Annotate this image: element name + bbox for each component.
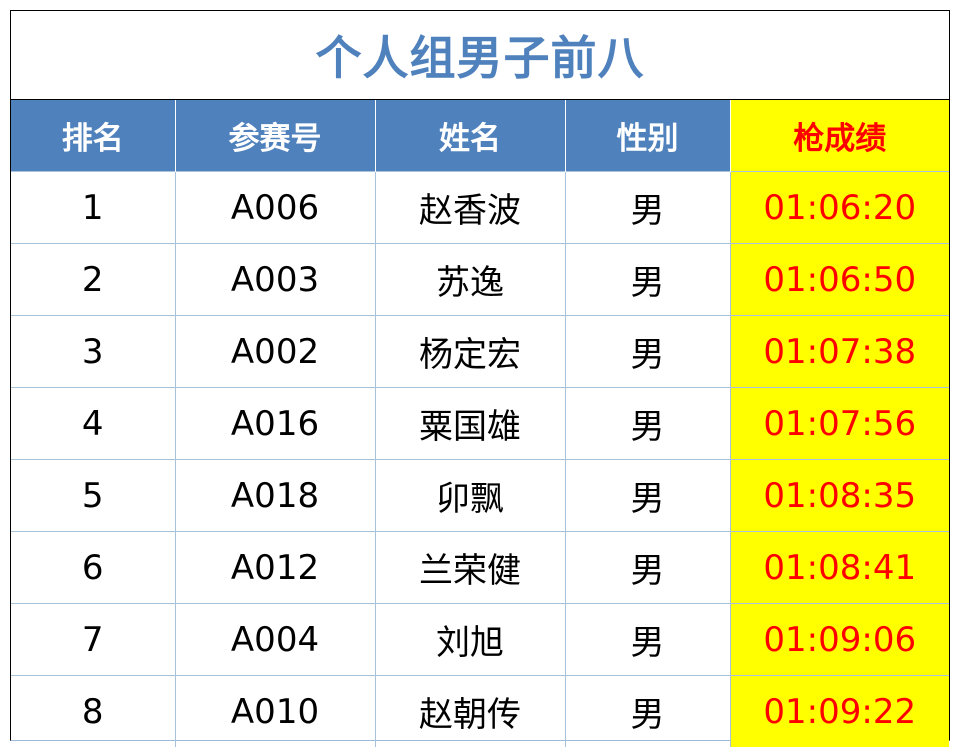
gun-time-cell: 01:06:50 [729,243,949,316]
sheet-title: 个人组男子前八 [11,11,949,100]
bib-cell: A010 [174,675,375,747]
bib-cell: A006 [174,171,375,244]
table-row: 6 A012 兰荣健男 01:08:41 [11,531,949,604]
bib-cell: A003 [174,243,375,316]
table-row: 7 A004 刘旭男 01:09:06 [11,603,949,676]
table-row: 2 A003 苏逸男 01:06:50 [11,243,949,316]
rank-cell: 7 [11,603,175,676]
name-cell: 赵香波 [374,171,565,244]
column-header-gun-time: 枪成绩 [729,100,949,172]
header-row: 排名 参赛号 姓名 性别 枪成绩 [11,100,949,172]
gender-cell: 男 [564,531,730,604]
bib-cell: A018 [174,459,375,532]
bib-cell: A004 [174,603,375,676]
rank-cell: 4 [11,387,175,460]
bib-cell: A002 [174,315,375,388]
rank-cell: 1 [11,171,175,244]
gender-cell: 男 [564,243,730,316]
gender-cell: 男 [564,171,730,244]
table-row: 3 A002 杨定宏男 01:07:38 [11,315,949,388]
column-header-name: 姓名 [374,100,565,172]
results-sheet: 个人组男子前八 排名 参赛号 姓名 性别 枪成绩 1 A006 赵香波男 01:06:… [10,10,950,747]
rank-cell: 3 [11,315,175,388]
gun-time-cell: 01:09:22 [729,675,949,747]
rank-cell: 2 [11,243,175,316]
gun-time-cell: 01:06:20 [729,171,949,244]
name-cell: 粟国雄 [374,387,565,460]
gender-cell: 男 [564,315,730,388]
bib-cell: A012 [174,531,375,604]
column-header-rank: 排名 [11,100,175,172]
table-row: 4 A016 粟国雄男 01:07:56 [11,387,949,460]
results-table: 排名 参赛号 姓名 性别 枪成绩 1 A006 赵香波男 01:06:20 2 A003 苏… [11,100,949,747]
gun-time-cell: 01:08:41 [729,531,949,604]
table-row: 5 A018 卯飘男 01:08:35 [11,459,949,532]
rank-cell: 8 [11,675,175,747]
column-header-bib: 参赛号 [174,100,375,172]
bib-cell: A016 [174,387,375,460]
gun-time-cell: 01:07:56 [729,387,949,460]
gun-time-cell: 01:08:35 [729,459,949,532]
gender-cell: 男 [564,675,730,747]
name-cell: 赵朝传 [374,675,565,747]
table-row: 8 A010 赵朝传男 01:09:22 [11,675,949,747]
table-body: 1 A006 赵香波男 01:06:20 2 A003 苏逸男 01:06:50 3 A002 杨定… [11,171,949,747]
column-header-gender: 性别 [564,100,730,172]
name-cell: 杨定宏 [374,315,565,388]
gun-time-cell: 01:07:38 [729,315,949,388]
name-cell: 卯飘 [374,459,565,532]
gender-cell: 男 [564,603,730,676]
gender-cell: 男 [564,387,730,460]
name-cell: 苏逸 [374,243,565,316]
name-cell: 兰荣健 [374,531,565,604]
gun-time-cell: 01:09:06 [729,603,949,676]
rank-cell: 6 [11,531,175,604]
gender-cell: 男 [564,459,730,532]
name-cell: 刘旭 [374,603,565,676]
rank-cell: 5 [11,459,175,532]
table-row: 1 A006 赵香波男 01:06:20 [11,171,949,244]
